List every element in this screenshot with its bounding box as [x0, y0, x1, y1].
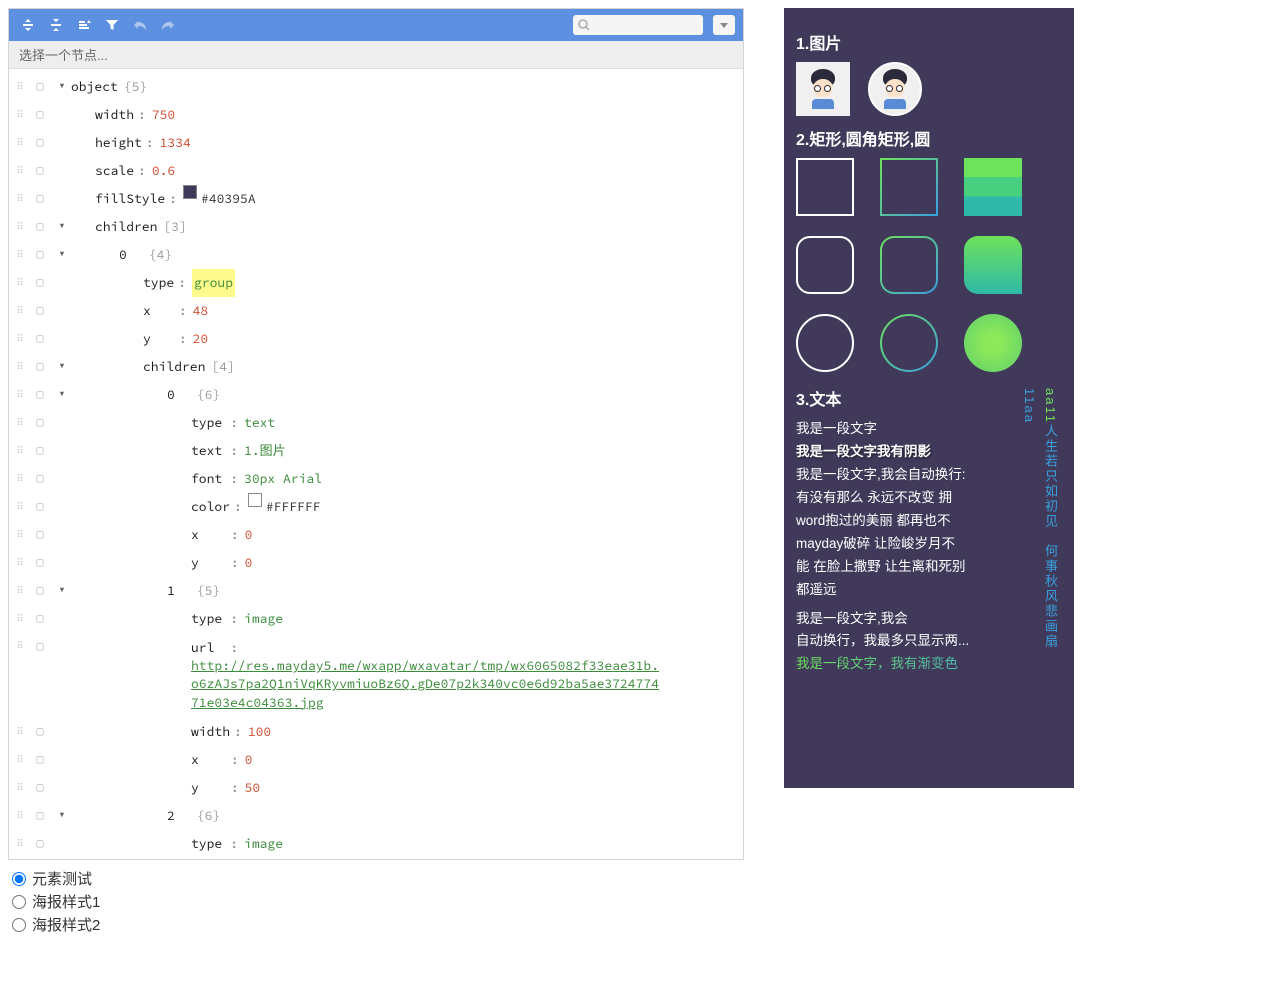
shape-rounded-gradient-border	[880, 236, 938, 294]
tree-key[interactable]: width	[95, 101, 134, 129]
radio-option-2[interactable]: 海报样式1	[12, 891, 744, 912]
chevron-down-icon[interactable]	[53, 241, 71, 269]
text-wrap: 我是一段文字,我会自动换行:有没有那么 永远不改变 拥word抱过的美丽 都再也…	[796, 464, 966, 602]
radio-group: 元素测试 海报样式1 海报样式2	[8, 868, 744, 935]
shape-circle-fill	[964, 314, 1022, 372]
radio-option-3[interactable]: 海报样式2	[12, 914, 744, 935]
chevron-down-icon[interactable]	[53, 213, 71, 241]
shape-square-fill	[964, 158, 1022, 216]
tree-value[interactable]: 750	[152, 101, 175, 129]
search-box[interactable]	[573, 15, 703, 35]
text-ellipsis-line2: 自动换行，我最多只显示两...	[796, 630, 986, 653]
json-tree[interactable]: object{5} width:750 height:1334 scale:0.…	[9, 69, 743, 859]
context-menu-icon[interactable]	[27, 73, 53, 101]
shape-rounded	[796, 236, 854, 294]
preview-section-title: 1.图片	[796, 30, 1062, 54]
chevron-down-icon[interactable]	[53, 73, 71, 101]
shape-rounded-fill	[964, 236, 1022, 294]
editor-toolbar	[9, 9, 743, 41]
shape-circle-gradient-border	[880, 314, 938, 372]
chevron-down-icon[interactable]	[53, 802, 71, 830]
radio-input[interactable]	[12, 872, 26, 886]
json-editor: 选择一个节点... object{5} width:750 height:133…	[8, 8, 744, 860]
sort-icon[interactable]	[73, 14, 95, 36]
canvas-preview: 1.图片 2.矩形,圆角矩形,圆 3.文本 我是一段文字 我是一段文字我	[784, 8, 1074, 788]
chevron-down-icon[interactable]	[53, 381, 71, 409]
filter-icon[interactable]	[101, 14, 123, 36]
shape-square	[796, 158, 854, 216]
collapse-all-icon[interactable]	[45, 14, 67, 36]
avatar-square	[796, 62, 850, 116]
radio-input[interactable]	[12, 895, 26, 909]
preview-section-title: 2.矩形,圆角矩形,圆	[796, 126, 1062, 150]
url-link[interactable]: http://res.mayday5.me/wxapp/wxavatar/tmp…	[191, 657, 661, 712]
search-input[interactable]	[573, 15, 703, 35]
node-path-bar: 选择一个节点...	[9, 41, 743, 69]
shape-square-gradient-border	[880, 158, 938, 216]
avatar-round	[868, 62, 922, 116]
shape-grid	[796, 158, 1062, 372]
expand-all-icon[interactable]	[17, 14, 39, 36]
search-dropdown[interactable]	[713, 15, 735, 35]
radio-input[interactable]	[12, 918, 26, 932]
redo-icon[interactable]	[157, 14, 179, 36]
undo-icon[interactable]	[129, 14, 151, 36]
color-swatch	[248, 493, 262, 507]
color-swatch	[183, 185, 197, 199]
chevron-down-icon[interactable]	[53, 577, 71, 605]
tree-count: {5}	[124, 73, 147, 101]
drag-handle-icon[interactable]	[13, 73, 27, 101]
radio-option-1[interactable]: 元素测试	[12, 868, 744, 889]
shape-circle	[796, 314, 854, 372]
tree-key[interactable]: object	[71, 73, 118, 101]
text-vertical: aa11人生若只如初见 何事秋风悲画扇 11aa	[1018, 388, 1060, 668]
search-icon	[577, 18, 591, 35]
chevron-down-icon[interactable]	[53, 353, 71, 381]
